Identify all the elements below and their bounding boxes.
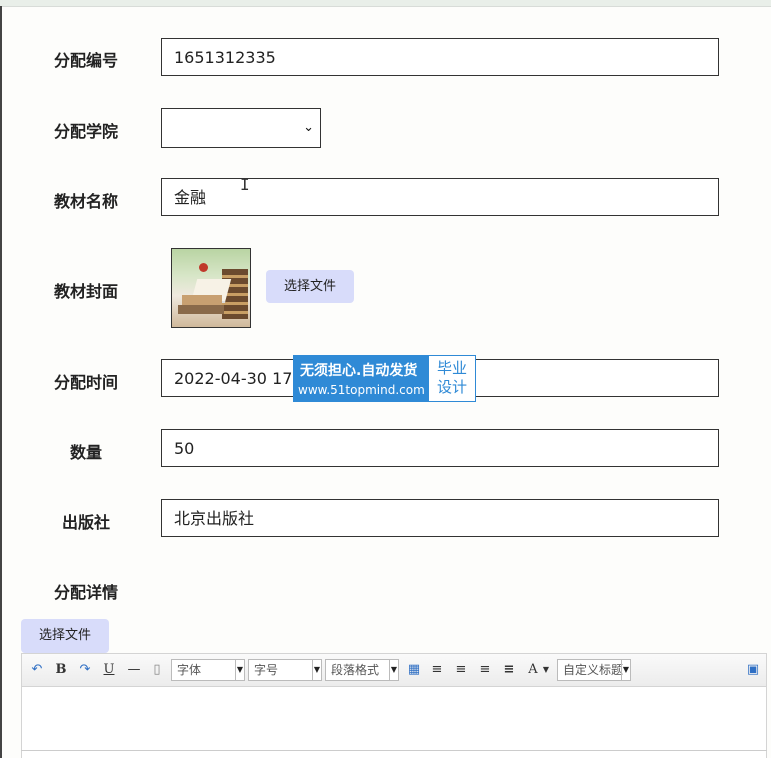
chevron-down-icon: ⌄	[303, 120, 314, 135]
publisher-input[interactable]: 北京出版社	[161, 499, 719, 537]
blank-page-icon[interactable]: ▯	[150, 661, 164, 679]
horizontal-rule-icon[interactable]: —	[126, 661, 142, 679]
watermark-banner: 无须担心.自动发货 www.51topmind.com 毕业 设计	[293, 355, 476, 402]
dropdown-arrow-icon: ▼	[621, 660, 630, 680]
dropdown-arrow-icon: ▼	[389, 660, 398, 680]
assign-time-label: 分配时间	[53, 373, 118, 392]
quantity-input[interactable]: 50	[161, 429, 719, 467]
paragraph-format-value: 段落格式	[331, 663, 380, 677]
redo-icon[interactable]: ↷	[78, 661, 92, 679]
details-label: 分配详情	[53, 583, 118, 602]
font-size-select[interactable]: 字号 ▼	[248, 659, 322, 681]
window-top-strip	[0, 0, 771, 7]
text-cursor-icon: I	[240, 175, 250, 194]
publisher-label: 出版社	[61, 513, 110, 532]
font-size-value: 字号	[254, 663, 279, 677]
fullscreen-icon[interactable]: ▣	[746, 661, 760, 679]
font-color-button[interactable]: A	[526, 661, 540, 679]
watermark-url: www.51topmind.com	[298, 383, 425, 397]
watermark-right-line2: 设计	[436, 378, 467, 396]
underline-button[interactable]: U	[102, 661, 116, 679]
align-right-icon[interactable]: ≡	[454, 661, 468, 679]
college-select[interactable]: ⌄	[161, 108, 321, 148]
font-family-select[interactable]: 字体 ▼	[171, 659, 245, 681]
font-color-dropdown-icon[interactable]: ▼	[542, 661, 550, 679]
college-label: 分配学院	[53, 122, 118, 141]
cover-image-thumbnail	[171, 248, 251, 328]
bold-button[interactable]: B	[54, 661, 68, 679]
undo-icon[interactable]: ↶	[30, 661, 44, 679]
details-choose-file-button[interactable]: 选择文件	[21, 619, 109, 653]
paragraph-format-select[interactable]: 段落格式 ▼	[325, 659, 399, 681]
align-center-icon[interactable]: ≡	[478, 661, 492, 679]
watermark-right-line1: 毕业	[436, 359, 467, 377]
editor-divider	[21, 750, 767, 751]
custom-title-value: 自定义标题	[563, 663, 624, 677]
quantity-label: 数量	[69, 443, 102, 462]
cover-choose-file-button[interactable]: 选择文件	[266, 270, 354, 303]
editor-toolbar: ↶ B ↷ U — ▯ 字体 ▼ 字号 ▼ 段落格式 ▼ ▦ ≡ ≡ ≡ ≡ A…	[21, 653, 767, 687]
watermark-line1: 无须担心.自动发货	[300, 363, 418, 379]
align-justify-icon[interactable]: ≡	[502, 661, 516, 679]
table-icon[interactable]: ▦	[407, 661, 421, 679]
align-left-icon[interactable]: ≡	[430, 661, 444, 679]
assign-no-input[interactable]: 1651312335	[161, 38, 719, 76]
cover-label: 教材封面	[53, 282, 118, 301]
dropdown-arrow-icon: ▼	[312, 660, 321, 680]
window-left-border	[0, 6, 2, 758]
custom-title-select[interactable]: 自定义标题 ▼	[557, 659, 631, 681]
editor-content-area[interactable]	[21, 687, 767, 758]
textbook-name-label: 教材名称	[53, 192, 118, 211]
dropdown-arrow-icon: ▼	[235, 660, 244, 680]
font-family-value: 字体	[177, 663, 202, 677]
assign-no-label: 分配编号	[53, 51, 118, 70]
